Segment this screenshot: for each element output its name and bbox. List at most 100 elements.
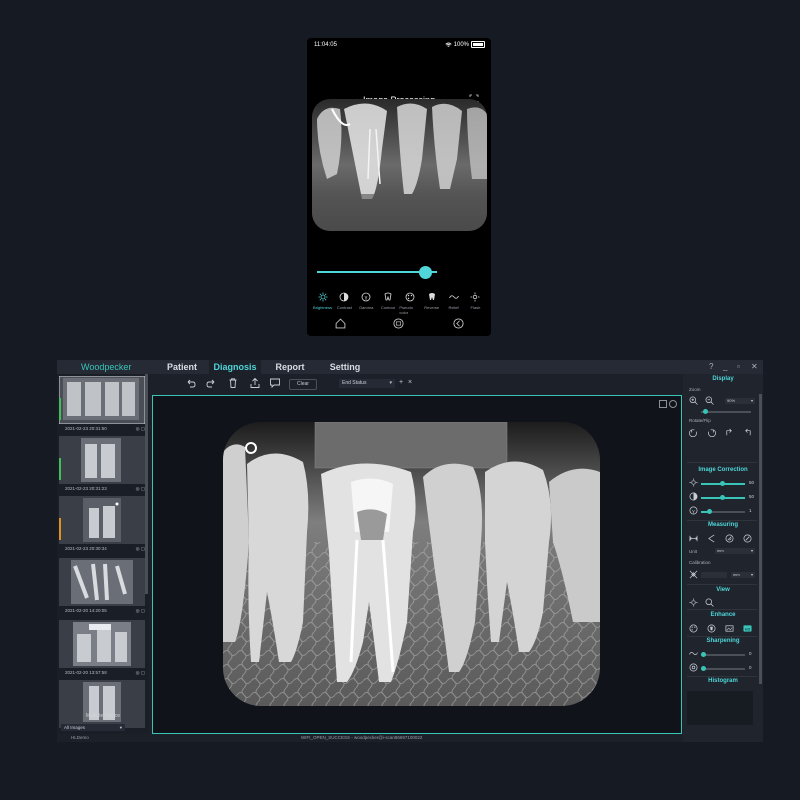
- measure-edit-icon[interactable]: [743, 534, 752, 543]
- delete-icon[interactable]: [227, 377, 239, 389]
- thumbnail-scrollbar[interactable]: [145, 374, 148, 594]
- chevron-down-icon: ▾: [750, 548, 753, 553]
- add-button[interactable]: +: [399, 379, 403, 386]
- export-icon[interactable]: [249, 377, 261, 389]
- area-icon[interactable]: [725, 534, 734, 543]
- thumbnail-actions-icon[interactable]: ◎ ▢: [136, 608, 145, 614]
- image-toolbar: Clear End Status + ×: [149, 374, 683, 392]
- angle-icon[interactable]: [707, 534, 716, 543]
- multiple-choice-label[interactable]: Multiple Choice: [57, 713, 149, 719]
- chevron-down-icon: ▾: [119, 725, 122, 730]
- ruler-icon[interactable]: [689, 534, 698, 543]
- tool-gamma[interactable]: γ Gamma: [356, 292, 377, 315]
- smooth-value: 0: [749, 665, 752, 670]
- tool-contour[interactable]: Contour: [378, 292, 399, 315]
- brightness-slider[interactable]: [701, 481, 745, 486]
- magnifier-icon[interactable]: [705, 598, 714, 607]
- help-button[interactable]: ?: [709, 362, 713, 371]
- calibration-icon[interactable]: [689, 570, 698, 579]
- sharpen-value: 0: [749, 651, 752, 656]
- smooth-slider[interactable]: [701, 666, 745, 671]
- tab-patient[interactable]: Patient: [157, 360, 207, 374]
- tool-flash[interactable]: Flash: [465, 292, 486, 315]
- close-button[interactable]: ✕: [751, 362, 758, 371]
- minimize-button[interactable]: _: [723, 362, 727, 371]
- svg-text:γ: γ: [692, 509, 695, 514]
- connection-status: WIFI_OPEN_SUCCESS - woodpecker@i-scan866…: [301, 735, 423, 740]
- image-filter-icon[interactable]: [725, 624, 734, 633]
- svg-text:γ: γ: [365, 295, 368, 301]
- highlight-icon[interactable]: [689, 598, 698, 607]
- flip-horizontal-icon[interactable]: [725, 428, 734, 437]
- apps-icon[interactable]: [393, 318, 404, 329]
- tab-setting[interactable]: Setting: [319, 360, 371, 374]
- undo-icon[interactable]: [185, 377, 197, 389]
- thumbnail-actions-icon[interactable]: ◎ ▢: [136, 546, 145, 552]
- back-icon[interactable]: [453, 318, 464, 329]
- measuring-title: Measuring: [707, 522, 738, 528]
- tool-brightness[interactable]: Brightness: [312, 292, 333, 315]
- app-logo: Woodpecker: [81, 362, 132, 372]
- all-images-select[interactable]: All Images ▾: [61, 724, 125, 731]
- status-time: 11:04:05: [314, 42, 337, 48]
- zoom-select[interactable]: 90% ▾: [725, 398, 755, 404]
- zoom-out-icon[interactable]: [705, 396, 714, 405]
- thumbnail-actions-icon[interactable]: ◎ ▢: [136, 670, 145, 676]
- status-bar: HLDemo WIFI_OPEN_SUCCESS - woodpecker@i-…: [57, 734, 763, 742]
- display-title: Display: [712, 376, 734, 382]
- user-name: HLDemo: [71, 735, 89, 740]
- contrast-slider[interactable]: [701, 495, 745, 500]
- home-icon[interactable]: [335, 318, 346, 329]
- status-stripe: [59, 518, 61, 540]
- viewer-frame-icon[interactable]: [659, 400, 667, 408]
- tooth-icon: [384, 292, 392, 301]
- settings-panel: Display Zoom 90% ▾ Rotate/Flip Image Corr…: [683, 374, 763, 742]
- unit-select[interactable]: mm ▾: [715, 548, 755, 554]
- thumbnail-image: [59, 558, 145, 606]
- palette-icon: [405, 292, 415, 302]
- phone-nav-bar: [307, 318, 491, 332]
- contrast-icon: [689, 492, 698, 501]
- comment-icon[interactable]: [269, 377, 281, 389]
- restore-button[interactable]: ▫: [737, 362, 740, 371]
- status-stripe: [59, 458, 61, 480]
- rotate-left-icon[interactable]: [689, 428, 698, 437]
- tool-pseudo-color[interactable]: Pseudo color: [399, 292, 420, 315]
- tab-report[interactable]: Report: [265, 360, 315, 374]
- flip-vertical-icon[interactable]: [743, 428, 752, 437]
- image-correction-title: Image Correction: [698, 467, 748, 473]
- status-select[interactable]: End Status: [339, 379, 395, 388]
- phone-status-bar: 11:04:05 100%: [307, 38, 491, 52]
- view-title: View: [716, 587, 730, 593]
- tool-relief[interactable]: Relief: [443, 292, 464, 315]
- thumbnail-image: [59, 620, 145, 668]
- tool-contrast[interactable]: Contrast: [334, 292, 355, 315]
- thumbnail-actions-icon[interactable]: ◎ ▢: [136, 426, 145, 432]
- tab-diagnosis[interactable]: Diagnosis: [209, 360, 261, 374]
- phone-xray-image: [312, 99, 487, 231]
- thumbnail-actions-icon[interactable]: ◎ ▢: [136, 486, 145, 492]
- tooth-icon[interactable]: [707, 624, 716, 633]
- adjust-slider-thumb[interactable]: [418, 266, 432, 279]
- sharpen-slider[interactable]: [701, 652, 745, 657]
- palette-icon[interactable]: [689, 624, 698, 633]
- remove-button[interactable]: ×: [408, 379, 412, 386]
- rotate-right-icon[interactable]: [707, 428, 716, 437]
- hd-icon[interactable]: HD: [743, 624, 752, 633]
- zoom-label: Zoom: [689, 387, 701, 392]
- viewer-close-icon[interactable]: [669, 400, 677, 408]
- clear-button[interactable]: Clear: [289, 379, 317, 390]
- gamma-slider[interactable]: [701, 509, 745, 514]
- zoom-in-icon[interactable]: [689, 396, 698, 405]
- wave-icon: [689, 652, 698, 655]
- image-viewer[interactable]: [152, 395, 682, 734]
- zoom-slider[interactable]: [701, 409, 751, 414]
- chevron-down-icon: ▾: [750, 572, 753, 577]
- calibration-input[interactable]: [701, 572, 727, 578]
- redo-icon[interactable]: [205, 377, 217, 389]
- tool-reverse[interactable]: Reverse: [421, 292, 442, 315]
- panel-scrollbar[interactable]: [759, 394, 762, 684]
- calibration-unit-select[interactable]: mm ▾: [731, 572, 755, 578]
- dental-xray-image: [223, 422, 600, 706]
- status-stripe: [59, 398, 61, 420]
